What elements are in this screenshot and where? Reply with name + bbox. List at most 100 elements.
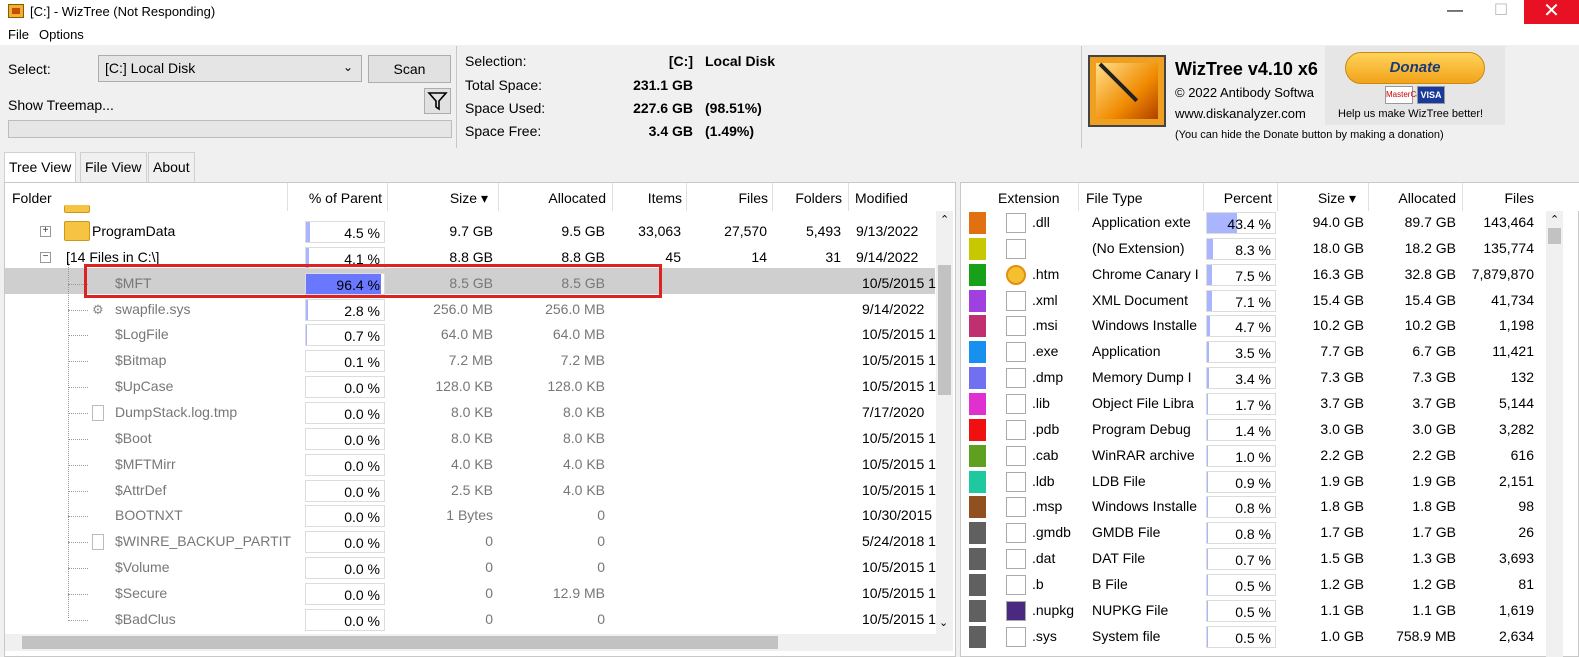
extensions-vertical-scrollbar[interactable]: [1546, 211, 1563, 657]
file-type-name[interactable]: System file: [1092, 628, 1200, 644]
extension-column-header[interactable]: File Type: [1086, 190, 1196, 206]
file-type-name[interactable]: B File: [1092, 576, 1200, 592]
tree-item-name[interactable]: $Boot: [115, 430, 152, 446]
tree-size-cell: 9.7 GB: [449, 223, 493, 239]
tree-column-header[interactable]: Files: [688, 190, 768, 206]
extension-name[interactable]: .dll: [1032, 214, 1074, 230]
extension-column-header[interactable]: Percent: [1206, 190, 1272, 206]
extension-name[interactable]: .sys: [1032, 628, 1074, 644]
file-type-name[interactable]: Application: [1092, 343, 1200, 359]
column-divider[interactable]: [498, 183, 499, 211]
tab-file-view[interactable]: File View: [80, 152, 147, 182]
column-divider[interactable]: [287, 183, 288, 211]
tree-item-name[interactable]: [14 Files in C:\]: [66, 249, 159, 265]
expand-icon[interactable]: +: [40, 226, 51, 237]
tree-column-header[interactable]: Modified: [855, 190, 935, 206]
extension-name[interactable]: .b: [1032, 576, 1074, 592]
tree-item-name[interactable]: $UpCase: [115, 378, 173, 394]
scroll-up-icon[interactable]: ⌃: [1550, 213, 1559, 226]
file-type-name[interactable]: Application exte: [1092, 214, 1200, 230]
scroll-up-icon[interactable]: ⌃: [940, 213, 949, 226]
collapse-icon[interactable]: −: [40, 252, 51, 263]
file-type-name[interactable]: WinRAR archive: [1092, 447, 1200, 463]
tree-item-name[interactable]: DumpStack.log.tmp: [115, 404, 237, 420]
extension-name[interactable]: .dmp: [1032, 369, 1074, 385]
extensions-vertical-scroll-thumb[interactable]: [1548, 228, 1561, 244]
column-divider[interactable]: [772, 183, 773, 211]
extension-column-header[interactable]: Extension: [998, 190, 1078, 206]
file-type-name[interactable]: Chrome Canary I: [1092, 266, 1200, 282]
tree-vertical-scroll-thumb[interactable]: [938, 265, 951, 395]
tree-column-header[interactable]: Allocated: [500, 190, 606, 206]
tree-item-name[interactable]: $WINRE_BACKUP_PARTIT: [115, 533, 291, 549]
tree-item-name[interactable]: $Secure: [115, 585, 167, 601]
close-button[interactable]: ✕: [1524, 0, 1579, 24]
donate-button[interactable]: Donate: [1345, 52, 1485, 84]
extension-name[interactable]: .exe: [1032, 343, 1074, 359]
tree-item-name[interactable]: $MFTMirr: [115, 456, 176, 472]
file-type-name[interactable]: LDB File: [1092, 473, 1200, 489]
tree-column-header[interactable]: Folders: [774, 190, 842, 206]
tree-horizontal-scroll-thumb[interactable]: [22, 636, 778, 649]
file-type-name[interactable]: Object File Libra: [1092, 395, 1200, 411]
file-type-name[interactable]: Windows Installe: [1092, 498, 1200, 514]
menu-options[interactable]: Options: [39, 27, 84, 42]
extension-name[interactable]: .ldb: [1032, 473, 1074, 489]
minimize-button[interactable]: —: [1432, 0, 1478, 24]
file-type-name[interactable]: Program Debug: [1092, 421, 1200, 437]
extension-name[interactable]: .htm: [1032, 266, 1074, 282]
extension-name[interactable]: .dat: [1032, 550, 1074, 566]
maximize-button[interactable]: ☐: [1478, 0, 1524, 24]
extension-column-header[interactable]: Size ▾: [1280, 190, 1356, 207]
tree-connector: [68, 262, 69, 618]
extension-name[interactable]: .cab: [1032, 447, 1074, 463]
tree-item-name[interactable]: $AttrDef: [115, 482, 166, 498]
tab-tree-view[interactable]: Tree View: [4, 152, 77, 183]
tree-item-name[interactable]: $LogFile: [115, 326, 169, 342]
extension-allocated-cell: 89.7 GB: [1404, 214, 1456, 230]
website-link[interactable]: www.diskanalyzer.com: [1175, 106, 1306, 121]
file-type-name[interactable]: Windows Installe: [1092, 317, 1200, 333]
tree-column-header[interactable]: Size ▾: [388, 190, 488, 207]
column-divider[interactable]: [686, 183, 687, 211]
extension-name[interactable]: .pdb: [1032, 421, 1074, 437]
tree-column-header[interactable]: Items: [614, 190, 682, 206]
file-type-name[interactable]: XML Document: [1092, 292, 1200, 308]
show-treemap-toggle[interactable]: Show Treemap...: [8, 97, 114, 113]
column-divider[interactable]: [1368, 183, 1369, 211]
tree-column-header[interactable]: % of Parent: [290, 190, 382, 206]
tree-item-name[interactable]: $Volume: [115, 559, 169, 575]
file-type-name[interactable]: GMDB File: [1092, 524, 1200, 540]
column-divider[interactable]: [1462, 183, 1463, 211]
tree-column-header[interactable]: Folder: [12, 190, 212, 206]
column-divider[interactable]: [387, 183, 388, 211]
scan-button[interactable]: Scan: [368, 55, 451, 83]
tree-item-name[interactable]: swapfile.sys: [115, 301, 190, 317]
file-type-name[interactable]: NUPKG File: [1092, 602, 1200, 618]
file-type-name[interactable]: (No Extension): [1092, 240, 1200, 256]
drive-select[interactable]: [C:] Local Disk: [98, 55, 362, 82]
extension-column-header[interactable]: Allocated: [1372, 190, 1456, 206]
extension-name[interactable]: .lib: [1032, 395, 1074, 411]
file-type-name[interactable]: DAT File: [1092, 550, 1200, 566]
column-divider[interactable]: [612, 183, 613, 211]
column-divider[interactable]: [1277, 183, 1278, 211]
column-divider[interactable]: [1203, 183, 1204, 211]
tree-item-name[interactable]: $BadClus: [115, 611, 176, 627]
extension-name[interactable]: .nupkg: [1032, 602, 1074, 618]
extension-column-header[interactable]: Files: [1462, 190, 1534, 206]
tab-about[interactable]: About: [148, 152, 195, 182]
tree-item-name[interactable]: BOOTNXT: [115, 507, 183, 523]
extension-name[interactable]: .gmdb: [1032, 524, 1074, 540]
extension-name[interactable]: .xml: [1032, 292, 1074, 308]
tree-item-name[interactable]: $Bitmap: [115, 352, 166, 368]
filter-button[interactable]: [424, 88, 451, 114]
column-divider[interactable]: [1078, 183, 1079, 211]
file-type-name[interactable]: Memory Dump I: [1092, 369, 1200, 385]
menu-file[interactable]: File: [8, 27, 29, 42]
tree-item-name[interactable]: ProgramData: [92, 223, 175, 239]
scroll-down-icon[interactable]: ⌄: [939, 616, 948, 629]
column-divider[interactable]: [848, 183, 849, 211]
extension-name[interactable]: .msi: [1032, 317, 1074, 333]
extension-name[interactable]: .msp: [1032, 498, 1074, 514]
